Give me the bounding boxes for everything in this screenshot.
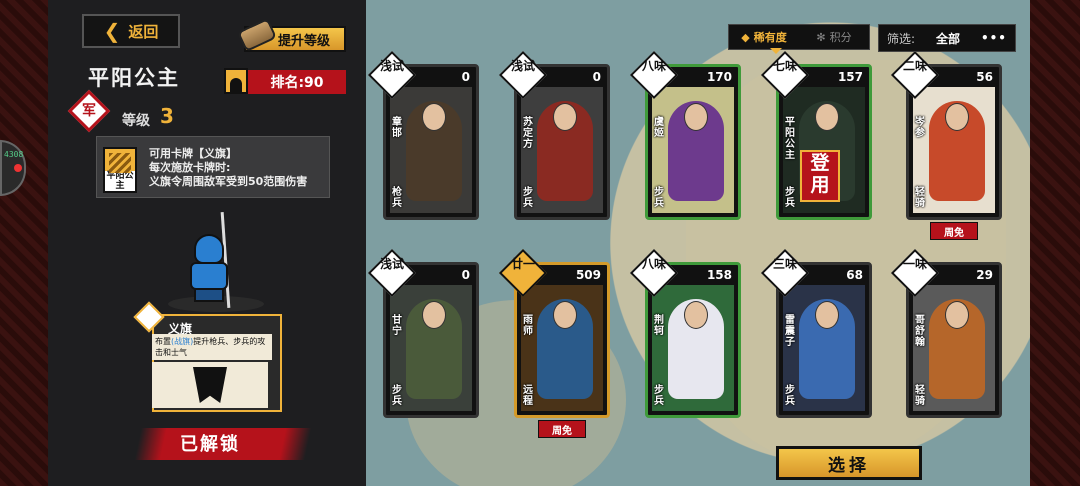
unlocked-status: 已解锁 xyxy=(180,434,240,455)
hero-score: 0 xyxy=(461,70,470,84)
left-border-decoration xyxy=(0,0,48,486)
hero-unit-type: 轻骑 xyxy=(915,187,925,209)
hero-unit-type: 步兵 xyxy=(654,187,664,209)
select-label: 选择 xyxy=(828,455,870,476)
weekly-free-badge: 周免 xyxy=(930,222,978,240)
select-button[interactable]: 选择 xyxy=(776,446,922,480)
hero-card-name: 雷震子 xyxy=(785,315,795,348)
rarity-label: 浅试 xyxy=(379,59,404,73)
upgrade-label: 提升等级 xyxy=(277,33,330,49)
skill-icon-label: 平阳公主 xyxy=(105,171,135,191)
skill-description-box: 平阳公主 可用卡牌【义旗】 每次施放卡牌时: 义旗令周围敌军受到50范围伤害 xyxy=(96,136,330,198)
side-tab-tag: 4308 xyxy=(4,150,24,159)
filter-label: 筛选: xyxy=(887,31,916,46)
hero-unit-type: 轻骑 xyxy=(915,385,925,407)
weekly-free-badge: 周免 xyxy=(538,420,586,438)
spearman-unit-sprite xyxy=(176,212,240,308)
more-icon[interactable]: ••• xyxy=(981,31,1007,45)
rarity-label: 廿一 xyxy=(510,257,535,271)
hero-unit-type: 枪兵 xyxy=(392,187,402,209)
sort-points-label: 积分 xyxy=(829,31,852,44)
rarity-label: 二味 xyxy=(902,59,927,73)
hero-card-name: 章邯 xyxy=(392,117,402,139)
skill-line-3: 义旗令周围敌军受到50范围伤害 xyxy=(149,175,308,188)
hero-score: 29 xyxy=(976,268,993,282)
hero-unit-type: 步兵 xyxy=(785,187,795,209)
hero-card-name: 荆轲 xyxy=(654,315,664,337)
hero-score: 0 xyxy=(461,268,470,282)
hero-score: 68 xyxy=(846,268,863,282)
rarity-label: 八味 xyxy=(641,59,666,73)
hero-unit-type: 步兵 xyxy=(785,385,795,407)
rarity-label: 七味 xyxy=(772,59,797,73)
level-value: 3 xyxy=(160,104,174,128)
war-flag-image xyxy=(152,362,268,408)
hero-score: 158 xyxy=(706,268,732,282)
hero-unit-type: 步兵 xyxy=(654,385,664,407)
filter-value: 全部 xyxy=(936,31,961,46)
notification-dot xyxy=(14,164,22,172)
rank-display: 排名:90 xyxy=(248,70,346,94)
skill-line-1: 可用卡牌【义旗】 xyxy=(149,147,237,160)
hero-score: 56 xyxy=(976,70,993,84)
rarity-label: 浅试 xyxy=(510,59,535,73)
banner-icon xyxy=(193,367,227,403)
rarity-label: 一味 xyxy=(902,257,927,271)
army-badge: 军 xyxy=(67,89,111,133)
diamond-icon: ◆ xyxy=(741,30,750,44)
hero-unit-type: 远程 xyxy=(523,385,533,407)
back-label: 返回 xyxy=(128,22,159,41)
hero-card-name: 平阳公主 xyxy=(785,117,795,161)
hero-score: 509 xyxy=(575,268,601,282)
hero-score: 157 xyxy=(837,70,863,84)
hero-card-name: 哥舒翰 xyxy=(915,315,925,348)
hero-name: 平阳公主 xyxy=(88,66,180,90)
sort-rarity-tab[interactable]: ◆ 稀有度 xyxy=(729,25,799,49)
sort-rarity-label: 稀有度 xyxy=(753,31,787,44)
hero-detail-panel: ❮ 返回 提升等级 平阳公主 排名:90 军 等级 3 平阳公主 可用卡牌【义旗… xyxy=(48,0,366,486)
card-preview-description: 布置(战旗)提升枪兵、步兵的攻击和士气 xyxy=(152,334,272,360)
flower-icon: ✻ xyxy=(816,30,826,44)
chevron-left-icon: ❮ xyxy=(103,19,121,43)
filter-dropdown[interactable]: 筛选: 全部 ••• xyxy=(878,24,1016,52)
rank-icon xyxy=(224,68,248,94)
hero-card-name: 虞姬 xyxy=(654,117,664,139)
right-border-decoration xyxy=(1030,0,1080,486)
rarity-label: 三味 xyxy=(772,257,797,271)
skill-line-2: 每次施放卡牌时: xyxy=(149,161,231,174)
hero-card-name: 岑参 xyxy=(915,117,925,139)
hero-unit-type: 步兵 xyxy=(392,385,402,407)
hero-card-name: 苏定方 xyxy=(523,117,533,150)
army-badge-label: 军 xyxy=(82,103,96,119)
card-desc-highlight: (战旗) xyxy=(171,337,194,346)
back-button[interactable]: ❮ 返回 xyxy=(82,14,180,48)
hero-card-name: 甘宁 xyxy=(392,315,402,337)
hero-unit-type: 步兵 xyxy=(523,187,533,209)
hero-card-name: 雨师 xyxy=(523,315,533,337)
active-sort-indicator xyxy=(770,48,782,54)
skill-text: 可用卡牌【义旗】 每次施放卡牌时: 义旗令周围敌军受到50范围伤害 xyxy=(149,147,307,189)
rarity-label: 浅试 xyxy=(379,257,404,271)
hero-skill-icon: 平阳公主 xyxy=(103,147,137,193)
level-label: 等级 xyxy=(122,113,150,129)
sort-points-tab[interactable]: ✻ 积分 xyxy=(799,25,869,49)
hero-score: 0 xyxy=(592,70,601,84)
rarity-label: 八味 xyxy=(641,257,666,271)
deployed-stamp: 登用 xyxy=(800,150,840,202)
hero-score: 170 xyxy=(706,70,732,84)
card-desc-prefix: 布置 xyxy=(155,337,171,346)
sort-toggle: ◆ 稀有度 ✻ 积分 xyxy=(728,24,870,50)
